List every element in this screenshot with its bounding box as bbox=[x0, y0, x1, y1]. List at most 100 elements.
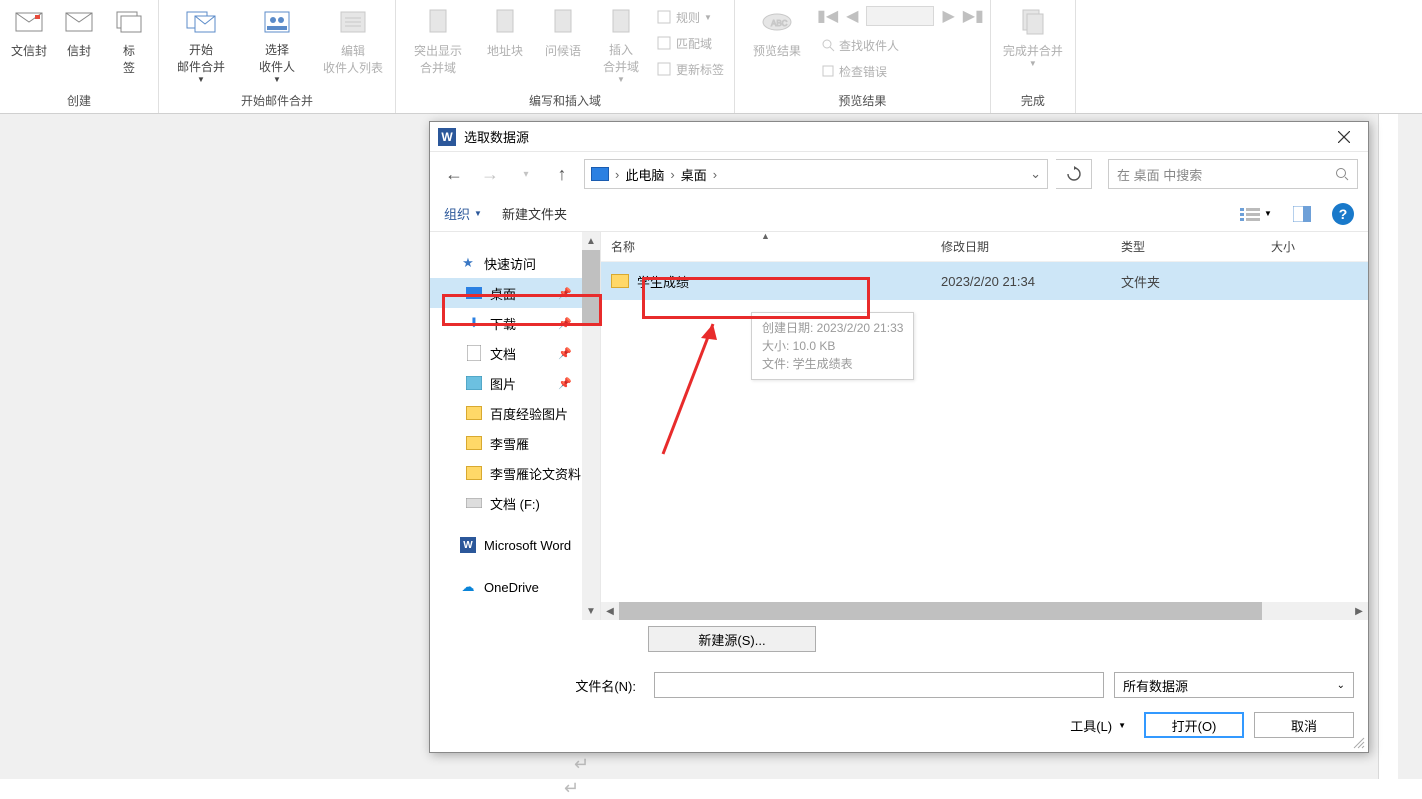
help-button[interactable]: ? bbox=[1332, 203, 1354, 225]
folder-icon bbox=[466, 435, 482, 451]
list-view-icon bbox=[1240, 206, 1260, 222]
cancel-button[interactable]: 取消 bbox=[1254, 712, 1354, 738]
dialog-new-source-row: 新建源(S)... bbox=[430, 620, 1368, 658]
pin-icon: 📌 bbox=[558, 287, 572, 300]
sidebar-pictures[interactable]: 图片 📌 bbox=[430, 368, 582, 398]
select-recipients-button[interactable]: 选择 收件人 ▼ bbox=[241, 4, 313, 84]
find-recipient-button: 查找收件人 bbox=[817, 34, 984, 56]
word-icon: W bbox=[460, 537, 476, 553]
tools-menu[interactable]: 工具(L) ▼ bbox=[1070, 716, 1126, 735]
label: 编辑 收件人列表 bbox=[323, 42, 383, 76]
recipients-icon bbox=[261, 6, 293, 37]
labels-icon bbox=[113, 6, 145, 38]
paragraph-mark-icon: ↵ bbox=[574, 754, 589, 775]
label: 完成并合并 bbox=[1003, 42, 1063, 59]
sidebar-onedrive[interactable]: ☁ OneDrive bbox=[430, 572, 582, 602]
sidebar-lixueyan-folder[interactable]: 李雪雁 bbox=[430, 428, 582, 458]
label: 选择 收件人 bbox=[259, 41, 295, 75]
sidebar-msword[interactable]: W Microsoft Word bbox=[430, 530, 582, 560]
dialog-button-row: 工具(L) ▼ 打开(O) 取消 bbox=[430, 702, 1368, 752]
preview-pane-button[interactable] bbox=[1286, 202, 1318, 226]
filename-input[interactable] bbox=[654, 672, 1104, 698]
close-button[interactable] bbox=[1328, 122, 1360, 152]
insert-merge-field-button: 插入 合并域 ▼ bbox=[594, 4, 648, 84]
finish-icon bbox=[1017, 6, 1049, 38]
resize-grip-icon[interactable] bbox=[1352, 736, 1366, 750]
breadcrumb-desktop[interactable]: 桌面 bbox=[681, 165, 707, 184]
column-date[interactable]: 修改日期 bbox=[931, 232, 1111, 261]
label: 预览结果 bbox=[753, 42, 801, 59]
scroll-thumb[interactable] bbox=[619, 602, 1262, 620]
dropdown-caret-icon: ▼ bbox=[1029, 59, 1037, 68]
search-icon bbox=[1335, 167, 1349, 181]
ribbon-group-create: 文信封 信封 标 签 创建 bbox=[0, 0, 159, 113]
sidebar-quick-access[interactable]: ★ 快速访问 bbox=[430, 248, 582, 278]
sidebar-downloads[interactable]: ⬇ 下载 📌 bbox=[430, 308, 582, 338]
dropdown-caret-icon: ▼ bbox=[273, 75, 281, 84]
preview-icon: ABC bbox=[761, 6, 793, 38]
breadcrumb-dropdown-icon[interactable]: ⌄ bbox=[1026, 166, 1041, 182]
close-icon bbox=[1338, 131, 1350, 143]
label: 文信封 bbox=[11, 42, 47, 59]
label: 突出显示 合并域 bbox=[414, 42, 462, 76]
scroll-up-icon[interactable]: ▲ bbox=[582, 232, 600, 250]
file-tooltip: 创建日期: 2023/2/20 21:33 大小: 10.0 KB 文件: 学生… bbox=[751, 312, 914, 380]
sidebar-scrollbar[interactable]: ▲ ▼ bbox=[582, 232, 600, 620]
dialog-toolbar: 组织 ▼ 新建文件夹 ▼ ? bbox=[430, 196, 1368, 232]
file-name: 学生成绩 bbox=[637, 272, 689, 291]
sidebar-desktop[interactable]: 桌面 📌 bbox=[430, 278, 582, 308]
breadcrumb-pc[interactable]: 此电脑 bbox=[625, 165, 664, 184]
file-row[interactable]: 学生成绩 2023/2/20 21:34 文件夹 bbox=[601, 262, 1368, 300]
pin-icon: 📌 bbox=[558, 347, 572, 360]
ribbon: 文信封 信封 标 签 创建 开始 邮件合并 bbox=[0, 0, 1422, 114]
greeting-line-button: 问候语 bbox=[536, 4, 590, 84]
label: 插入 合并域 bbox=[603, 41, 639, 75]
scroll-down-icon[interactable]: ▼ bbox=[582, 602, 600, 620]
scroll-left-icon[interactable]: ◀ bbox=[601, 602, 619, 620]
envelope-button[interactable]: 信封 bbox=[56, 4, 102, 84]
nav-back-button[interactable]: ← bbox=[440, 160, 468, 188]
dropdown-caret-icon: ▼ bbox=[1118, 721, 1126, 730]
match-fields-button: 匹配域 bbox=[652, 32, 728, 54]
file-list-header: ▲ 名称 修改日期 类型 大小 bbox=[601, 232, 1368, 262]
column-type[interactable]: 类型 bbox=[1111, 232, 1261, 261]
chevron-right-icon: › bbox=[713, 167, 717, 182]
sidebar-drive-f[interactable]: 文档 (F:) bbox=[430, 488, 582, 518]
nav-history-dropdown[interactable]: ▾ bbox=[512, 160, 540, 188]
dropdown-caret-icon: ▼ bbox=[1264, 209, 1272, 218]
file-filter-dropdown[interactable]: 所有数据源 ⌄ bbox=[1114, 672, 1354, 698]
scroll-thumb[interactable] bbox=[582, 250, 600, 324]
breadcrumb-bar[interactable]: › 此电脑 › 桌面 › ⌄ bbox=[584, 159, 1048, 189]
pin-icon: 📌 bbox=[558, 377, 572, 390]
view-options-button[interactable]: ▼ bbox=[1240, 202, 1272, 226]
ribbon-group-finish: 完成并合并 ▼ 完成 bbox=[991, 0, 1076, 113]
paragraph-mark-icon: ↵ bbox=[564, 778, 579, 799]
folder-icon bbox=[466, 465, 482, 481]
labels-button[interactable]: 标 签 bbox=[106, 4, 152, 84]
start-mail-merge-button[interactable]: 开始 邮件合并 ▼ bbox=[165, 4, 237, 84]
column-size[interactable]: 大小 bbox=[1261, 232, 1368, 261]
organize-menu[interactable]: 组织 ▼ bbox=[444, 204, 482, 223]
dropdown-caret-icon: ⌄ bbox=[1337, 680, 1345, 691]
sidebar-nav: ★ 快速访问 桌面 📌 ⬇ 下载 📌 文档 📌 bbox=[430, 232, 600, 620]
new-folder-button[interactable]: 新建文件夹 bbox=[502, 204, 567, 223]
next-record-icon: ▶ bbox=[942, 6, 954, 26]
envelope-red-icon bbox=[13, 6, 45, 38]
preview-pane-icon bbox=[1293, 206, 1311, 222]
new-source-button[interactable]: 新建源(S)... bbox=[648, 626, 816, 652]
sidebar-thesis-folder[interactable]: 李雪雁论文资料 bbox=[430, 458, 582, 488]
file-list-hscrollbar[interactable]: ◀ ▶ bbox=[601, 602, 1368, 620]
label: 问候语 bbox=[545, 42, 581, 59]
nav-forward-button: → bbox=[476, 160, 504, 188]
search-input[interactable]: 在 桌面 中搜索 bbox=[1108, 159, 1358, 189]
sidebar-baidu-folder[interactable]: 百度经验图片 bbox=[430, 398, 582, 428]
open-button[interactable]: 打开(O) bbox=[1144, 712, 1244, 738]
group-label: 创建 bbox=[67, 90, 91, 113]
nav-up-button[interactable]: ↑ bbox=[548, 160, 576, 188]
sidebar-documents[interactable]: 文档 📌 bbox=[430, 338, 582, 368]
chinese-envelope-button[interactable]: 文信封 bbox=[6, 4, 52, 84]
folder-icon bbox=[611, 274, 629, 288]
refresh-button[interactable] bbox=[1056, 159, 1092, 189]
scroll-right-icon[interactable]: ▶ bbox=[1350, 602, 1368, 620]
group-label: 编写和插入域 bbox=[529, 90, 601, 113]
